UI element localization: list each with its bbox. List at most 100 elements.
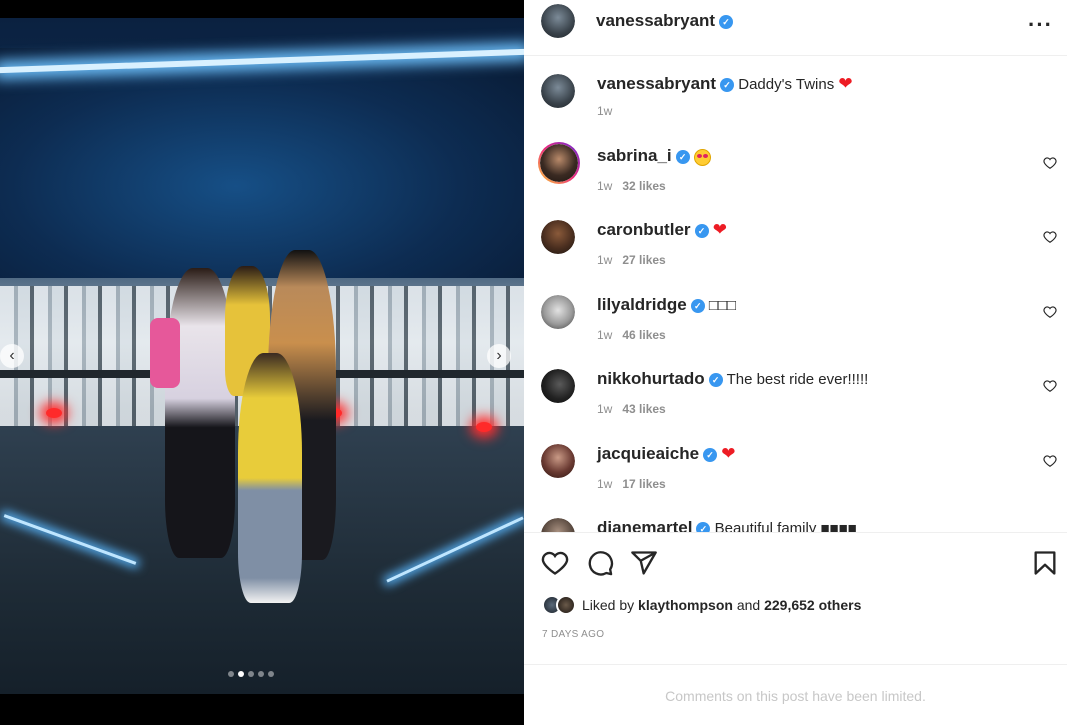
comment-meta: 1w 32 likes	[597, 179, 666, 193]
comment-likes[interactable]: 17 likes	[622, 477, 665, 491]
comment-age: 1w	[597, 402, 613, 416]
comment-meta: 1w 27 likes	[597, 253, 666, 267]
carousel-dot-active[interactable]	[238, 671, 244, 677]
photo-background	[0, 48, 524, 278]
more-options-icon[interactable]: ···	[1028, 12, 1053, 38]
comment-age: 1w	[597, 328, 613, 342]
caption-age: 1w	[597, 104, 613, 118]
comment-meta: 1w 17 likes	[597, 477, 666, 491]
carousel-dot[interactable]	[258, 671, 264, 677]
post-details-panel: vanessabryant ✓ ··· vanessabryant ✓ Daddy'…	[524, 0, 1067, 725]
comment-row: sabrina_i ✓ 1w 32 likes	[524, 142, 1067, 208]
comment-username[interactable]: caronbutler	[597, 220, 691, 239]
photo-backpack	[150, 318, 180, 388]
red-heart-emoji-icon: ❤	[712, 220, 727, 239]
comment-text: Beautiful family ■■■■	[714, 520, 857, 532]
post-timestamp[interactable]: 7 DAYS AGO	[542, 629, 604, 640]
comment-avatar[interactable]	[541, 369, 575, 403]
comment-row: nikkohurtado ✓ The best ride ever!!!!! 1w…	[524, 367, 1067, 433]
caption: vanessabryant ✓ Daddy's Twins ❤ 1w	[524, 70, 1067, 130]
red-heart-emoji-icon: ❤	[838, 74, 853, 93]
comment-age: 1w	[597, 477, 613, 491]
comment-avatar[interactable]	[541, 295, 575, 329]
comment-age: 1w	[597, 179, 613, 193]
liked-by: Liked by klaythompson and 229,652 others	[542, 595, 861, 615]
comment-age: 1w	[597, 253, 613, 267]
comment-row: jacquieaiche ✓ ❤ 1w 17 likes	[524, 442, 1067, 508]
red-heart-emoji-icon: ❤	[721, 444, 736, 463]
liked-by-and: and	[736, 597, 761, 613]
caption-text: Daddy's Twins	[738, 76, 835, 93]
comments-list[interactable]: vanessabryant ✓ Daddy's Twins ❤ 1w sabrin…	[524, 56, 1067, 532]
verified-badge-icon: ✓	[708, 373, 723, 388]
carousel-prev-button[interactable]: ‹	[0, 344, 24, 368]
post-header: vanessabryant ✓ ···	[524, 0, 1067, 56]
comment-avatar[interactable]	[541, 220, 575, 254]
save-bookmark-icon[interactable]	[1031, 549, 1059, 577]
carousel-dot[interactable]	[228, 671, 234, 677]
comment-text-line: jacquieaiche ✓ ❤	[597, 444, 735, 464]
verified-badge-icon: ✓	[719, 14, 734, 29]
comment-bubble-icon[interactable]	[586, 549, 614, 577]
comment-username[interactable]: dianemartel	[597, 518, 692, 532]
comment-text: The best ride ever!!!!!	[726, 371, 869, 388]
verified-badge-icon: ✓	[703, 448, 718, 463]
post-photo[interactable]	[0, 18, 524, 694]
post-actions: Liked by klaythompson and 229,652 others…	[524, 532, 1067, 664]
caption-author-name[interactable]: vanessabryant	[597, 74, 716, 93]
comment-username[interactable]: lilyaldridge	[597, 295, 687, 314]
photo-person	[238, 353, 302, 603]
comment-text-line: lilyaldridge ✓ □□□	[597, 295, 736, 315]
verified-badge-icon: ✓	[696, 522, 711, 532]
comment-row: caronbutler ✓ ❤ 1w 27 likes	[524, 218, 1067, 284]
comment-likes[interactable]: 43 likes	[622, 402, 665, 416]
comment-username[interactable]: nikkohurtado	[597, 369, 705, 388]
comment-meta: 1w 43 likes	[597, 402, 666, 416]
comments-limited-notice: Comments on this post have been limited.	[524, 664, 1067, 725]
carousel-dot[interactable]	[268, 671, 274, 677]
carousel-next-button[interactable]: ›	[487, 344, 511, 368]
liked-by-prefix: Liked by	[582, 597, 635, 613]
comment-like-heart-icon[interactable]	[1043, 454, 1057, 468]
photo-red-light	[476, 422, 492, 432]
comment-avatar[interactable]	[538, 142, 580, 184]
comment-avatar[interactable]	[541, 518, 575, 532]
comment-row: lilyaldridge ✓ □□□ 1w 46 likes	[524, 293, 1067, 359]
verified-badge-icon: ✓	[690, 299, 705, 314]
comment-likes[interactable]: 46 likes	[622, 328, 665, 342]
caption-meta: 1w	[597, 104, 612, 118]
comment-like-heart-icon[interactable]	[1043, 379, 1057, 393]
carousel-dots	[228, 671, 274, 677]
verified-badge-icon: ✓	[694, 224, 709, 239]
author-avatar[interactable]	[541, 4, 575, 38]
comment-text-line: nikkohurtado ✓ The best ride ever!!!!!	[597, 369, 868, 389]
liked-by-user[interactable]: klaythompson	[638, 597, 733, 613]
comment-likes[interactable]: 32 likes	[622, 179, 665, 193]
liked-by-others[interactable]: 229,652 others	[764, 597, 861, 613]
author-username-link[interactable]: vanessabryant ✓	[596, 11, 734, 31]
comment-avatar[interactable]	[541, 444, 575, 478]
comment-text-line: dianemartel ✓ Beautiful family ■■■■	[597, 518, 857, 532]
comment-row: dianemartel ✓ Beautiful family ■■■■	[524, 516, 1067, 532]
comment-text: □□□	[708, 297, 737, 314]
comment-like-heart-icon[interactable]	[1043, 156, 1057, 170]
verified-badge-icon: ✓	[675, 150, 690, 165]
like-heart-icon[interactable]	[541, 549, 569, 577]
comment-text-line: sabrina_i ✓	[597, 146, 711, 166]
comment-like-heart-icon[interactable]	[1043, 305, 1057, 319]
verified-badge-icon: ✓	[720, 78, 735, 93]
caption-author-avatar[interactable]	[541, 74, 575, 108]
comment-likes[interactable]: 27 likes	[622, 253, 665, 267]
comment-meta: 1w 46 likes	[597, 328, 666, 342]
comment-username[interactable]: sabrina_i	[597, 146, 672, 165]
photo-panel: ‹ ›	[0, 0, 524, 725]
comment-like-heart-icon[interactable]	[1043, 230, 1057, 244]
liker-avatar[interactable]	[556, 595, 576, 615]
comment-text-line: caronbutler ✓ ❤	[597, 220, 727, 240]
photo-red-light	[46, 408, 62, 418]
heart-eyes-emoji-icon	[693, 148, 711, 166]
caption-text-line: vanessabryant ✓ Daddy's Twins ❤	[597, 74, 853, 94]
comment-username[interactable]: jacquieaiche	[597, 444, 699, 463]
share-send-icon[interactable]	[630, 549, 658, 577]
carousel-dot[interactable]	[248, 671, 254, 677]
